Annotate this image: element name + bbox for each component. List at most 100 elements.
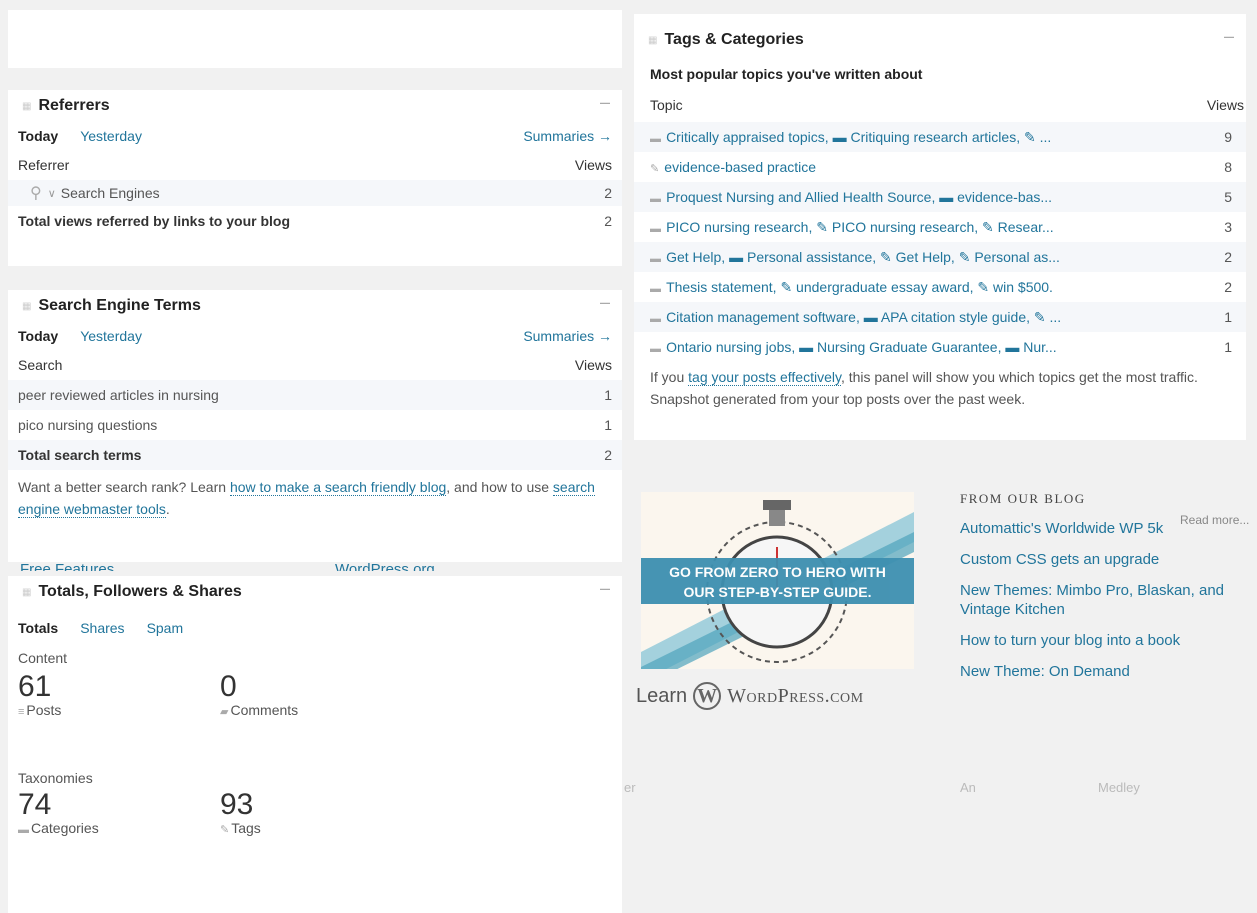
theme-name-medley[interactable]: Medley	[1098, 780, 1140, 795]
row-views: 8	[1224, 159, 1232, 175]
tab-spam[interactable]: Spam	[147, 620, 184, 636]
summaries-link[interactable]: Summaries →	[523, 128, 612, 144]
tab-yesterday[interactable]: Yesterday	[80, 128, 142, 144]
drag-handle-icon[interactable]: ▦	[22, 101, 32, 112]
search-term: peer reviewed articles in nursing	[18, 387, 219, 403]
drag-handle-icon[interactable]: ▦	[22, 301, 32, 312]
drag-handle-icon[interactable]: ▦	[22, 587, 32, 598]
tab-today[interactable]: Today	[18, 128, 58, 144]
categories-stat: 74 ▬ Categories	[18, 788, 99, 837]
comment-icon: ▰	[220, 706, 229, 718]
search-term: pico nursing questions	[18, 417, 158, 433]
promo-banner-text: GO FROM ZERO TO HERO WITH OUR STEP-BY-ST…	[641, 558, 914, 604]
content-section: Content 61 ≡ Posts 0 ▰ Comments	[8, 642, 622, 760]
background-text-fragment: er	[624, 780, 636, 795]
comments-stat: 0 ▰ Comments	[220, 672, 298, 719]
tag-posts-link[interactable]: tag your posts effectively	[688, 369, 841, 386]
promo-banner[interactable]: GO FROM ZERO TO HERO WITH OUR STEP-BY-ST…	[641, 492, 914, 669]
tags-stat: 93 ✎ Tags	[220, 788, 261, 837]
table-row[interactable]: pico nursing questions 1	[8, 410, 622, 440]
folder-icon: ▬	[650, 222, 665, 235]
tags-header[interactable]: ▦ Tags & Categories –	[634, 14, 1246, 66]
tag-rows: ▬ Critically appraised topics, ▬ Critiqu…	[634, 122, 1246, 362]
table-row[interactable]: ▬ Critically appraised topics, ▬ Critiqu…	[634, 122, 1246, 152]
table-row[interactable]: ⚲ ∨ Search Engines 2	[8, 180, 622, 206]
blog-heading: FROM OUR BLOG	[960, 491, 1086, 506]
topic-link[interactable]: ▬ Ontario nursing jobs, ▬ Nursing Gradua…	[650, 339, 1057, 355]
summaries-link[interactable]: Summaries →	[523, 328, 612, 344]
search-engines-label: Search Engines	[60, 185, 160, 201]
search-terms-tabs: Today Yesterday Summaries →	[8, 322, 622, 350]
topic-link[interactable]: ✎ evidence-based practice	[650, 159, 816, 175]
table-row[interactable]: ▬ Ontario nursing jobs, ▬ Nursing Gradua…	[634, 332, 1246, 362]
search-friendly-blog-link[interactable]: how to make a search friendly blog	[229, 479, 447, 496]
tab-yesterday[interactable]: Yesterday	[80, 328, 142, 344]
learn-wordpress-logo[interactable]: Learn W WordPress.com	[636, 681, 926, 711]
table-row[interactable]: ▬ Citation management software, ▬ APA ci…	[634, 302, 1246, 332]
table-row[interactable]: ▬ Get Help, ▬ Personal assistance, ✎ Get…	[634, 242, 1246, 272]
blog-post-link[interactable]: New Themes: Mimbo Pro, Blaskan, and Vint…	[960, 581, 1230, 619]
topic-link[interactable]: ▬ Critically appraised topics, ▬ Critiqu…	[650, 129, 1051, 146]
folder-icon: ▬	[650, 343, 665, 355]
blog-post-link[interactable]: How to turn your blog into a book	[960, 631, 1230, 650]
tags-subtitle: Most popular topics you've written about	[650, 66, 923, 82]
topic-link[interactable]: ▬ Proquest Nursing and Allied Health Sou…	[650, 189, 1052, 205]
referrers-header[interactable]: ▦ Referrers –	[8, 90, 622, 122]
tags-label: Tags	[231, 820, 261, 836]
total-views: 2	[604, 447, 612, 463]
read-more-link[interactable]: Read more...	[1180, 513, 1249, 527]
table-row[interactable]: ▬ Proquest Nursing and Allied Health Sou…	[634, 182, 1246, 212]
search-terms-panel: ▦ Search Engine Terms – Today Yesterday …	[8, 290, 622, 562]
theme-name-an[interactable]: An	[960, 780, 976, 795]
column-header-views: Views	[574, 357, 612, 373]
posts-icon: ≡	[18, 706, 25, 718]
row-views: 1	[1224, 339, 1232, 355]
topic-link[interactable]: ▬ PICO nursing research, ✎ PICO nursing …	[650, 219, 1054, 236]
collapse-icon[interactable]: –	[600, 292, 610, 313]
chevron-down-icon[interactable]: ∨	[48, 187, 56, 200]
panel-title: Totals, Followers & Shares	[38, 583, 242, 600]
total-label: Total views referred by links to your bl…	[18, 213, 291, 229]
row-views: 2	[1224, 279, 1232, 295]
totals-header[interactable]: ▦ Totals, Followers & Shares –	[8, 576, 622, 608]
collapse-icon[interactable]: –	[600, 578, 610, 599]
content-label: Content	[18, 650, 68, 666]
free-features-link[interactable]: Free Features	[20, 561, 114, 571]
folder-icon: ▬	[650, 193, 665, 205]
row-views: 2	[604, 185, 612, 201]
wordpress-org-link[interactable]: WordPress.org	[335, 561, 435, 571]
panel-title: Referrers	[38, 97, 110, 114]
topic-link[interactable]: ▬ Citation management software, ▬ APA ci…	[650, 309, 1061, 326]
taxonomies-section: Taxonomies 74 ▬ Categories 93 ✎ Tags	[8, 760, 622, 870]
total-row: Total search terms 2	[8, 440, 622, 470]
search-terms-header[interactable]: ▦ Search Engine Terms –	[8, 290, 622, 322]
table-row[interactable]: peer reviewed articles in nursing 1	[8, 380, 622, 410]
search-rank-note: Want a better search rank? Learn how to …	[18, 479, 595, 518]
table-row[interactable]: ▬ PICO nursing research, ✎ PICO nursing …	[634, 212, 1246, 242]
table-row[interactable]: ✎ evidence-based practice 8	[634, 152, 1246, 182]
tags-count: 93	[220, 788, 254, 821]
row-views: 2	[1224, 249, 1232, 265]
wordpress-brand: WordPress.com	[727, 684, 864, 707]
column-header-views: Views	[574, 157, 612, 173]
panel-title: Tags & Categories	[664, 31, 804, 48]
learn-text: Learn	[636, 684, 688, 707]
topic-link[interactable]: ▬ Get Help, ▬ Personal assistance, ✎ Get…	[650, 249, 1060, 266]
topic-link[interactable]: ▬ Thesis statement, ✎ undergraduate essa…	[650, 279, 1053, 296]
folder-icon: ▬	[650, 312, 665, 325]
tab-totals[interactable]: Totals	[18, 620, 58, 636]
total-views: 2	[604, 213, 612, 229]
blog-post-link[interactable]: New Theme: On Demand	[960, 662, 1230, 681]
categories-count: 74	[18, 788, 52, 821]
table-row[interactable]: ▬ Thesis statement, ✎ undergraduate essa…	[634, 272, 1246, 302]
collapse-icon[interactable]: –	[600, 92, 610, 113]
categories-label: Categories	[31, 820, 99, 836]
table-header: Topic Views	[634, 88, 1246, 122]
blog-post-link[interactable]: Custom CSS gets an upgrade	[960, 550, 1230, 569]
drag-handle-icon[interactable]: ▦	[648, 35, 658, 46]
folder-icon: ▬	[650, 132, 665, 145]
total-row: Total views referred by links to your bl…	[8, 206, 622, 236]
tab-today[interactable]: Today	[18, 328, 58, 344]
collapse-icon[interactable]: –	[1224, 26, 1234, 47]
tab-shares[interactable]: Shares	[80, 620, 124, 636]
